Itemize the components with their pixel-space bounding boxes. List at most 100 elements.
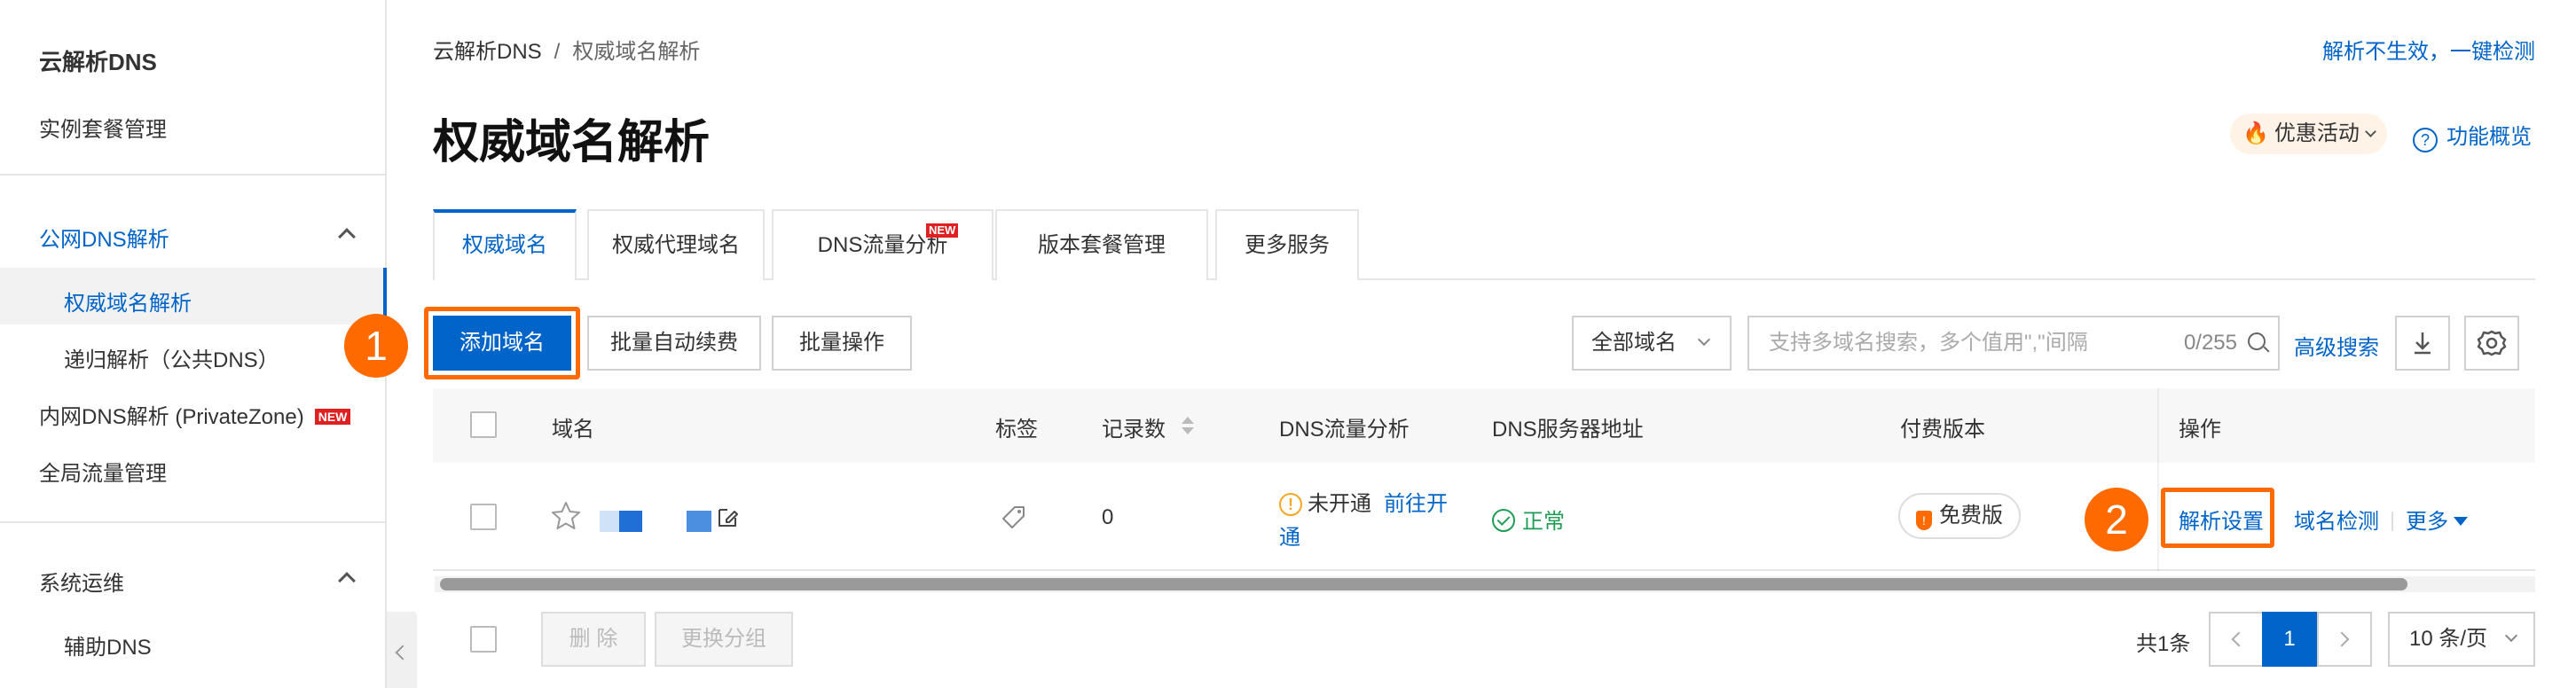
chevron-down-icon — [1697, 332, 1711, 347]
col-tags: 标签 — [995, 418, 1038, 442]
search-placeholder: 支持多域名搜索，多个值用","间隔 — [1769, 331, 2088, 355]
sidebar-item-ops[interactable]: 系统运维 — [39, 566, 124, 597]
page-size-value: 10 条/页 — [2409, 627, 2488, 651]
traffic-status: ! 未开通 前往开 — [1279, 486, 1448, 517]
col-dns-traffic: DNS流量分析 — [1279, 418, 1410, 442]
sidebar-collapse-handle[interactable] — [387, 612, 417, 688]
highlight-frame — [2161, 488, 2274, 548]
tab-edition-management[interactable]: 版本套餐管理 — [995, 209, 1208, 280]
col-dns-servers: DNS服务器地址 — [1492, 418, 1644, 442]
enable-traffic-link[interactable]: 通 — [1279, 520, 1300, 551]
sidebar-item-public-dns[interactable]: 公网DNS解析 — [39, 222, 169, 253]
new-badge: NEW — [926, 223, 959, 238]
overview-label: 功能概览 — [2446, 125, 2532, 149]
advanced-search-link[interactable]: 高级搜索 — [2294, 330, 2379, 361]
chevron-down-icon — [2504, 629, 2518, 643]
footer-select-all-checkbox[interactable] — [470, 626, 497, 653]
masked-domain-block — [687, 511, 711, 532]
domain-filter-value: 全部域名 — [1591, 331, 1677, 355]
sidebar-item-instance-plans[interactable]: 实例套餐管理 — [39, 112, 167, 143]
highlight-frame — [424, 307, 580, 379]
tab-authoritative-domains[interactable]: 权威域名 — [433, 209, 577, 280]
col-edition: 付费版本 — [1900, 418, 1985, 442]
breadcrumb-separator: / — [554, 40, 561, 64]
edit-icon[interactable] — [715, 504, 742, 530]
batch-auto-renew-button[interactable]: 批量自动续费 — [587, 316, 761, 371]
col-actions: 操作 — [2179, 418, 2221, 442]
fire-icon: 🔥 — [2242, 121, 2269, 145]
domain-check-link[interactable]: 域名检测 — [2294, 510, 2379, 534]
fixed-column-shadow — [2157, 388, 2160, 571]
delete-button[interactable]: 删 除 — [541, 612, 646, 667]
download-icon — [2415, 332, 2431, 355]
sidebar-item-global-traffic[interactable]: 全局流量管理 — [39, 456, 167, 487]
total-count: 共1条 — [2136, 632, 2191, 656]
help-icon: ? — [2413, 128, 2438, 152]
search-char-count: 0/255 — [2183, 331, 2237, 355]
batch-operations-button[interactable]: 批量操作 — [772, 316, 912, 371]
prev-page-button[interactable] — [2209, 612, 2264, 667]
row-actions: 域名检测 更多 — [2294, 504, 2468, 535]
sidebar-item-secondary-dns[interactable]: 辅助DNS — [64, 629, 152, 661]
record-count: 0 — [1102, 505, 1114, 529]
change-group-button[interactable]: 更换分组 — [655, 612, 793, 667]
masked-domain-block — [600, 511, 619, 532]
dns-check-link[interactable]: 解析不生效，一键检测 — [2322, 34, 2535, 65]
chevron-left-icon — [2231, 631, 2247, 647]
next-page-button[interactable] — [2317, 612, 2372, 667]
page-number-current[interactable]: 1 — [2262, 612, 2317, 667]
col-record-count[interactable]: 记录数 — [1102, 411, 1166, 442]
row-checkbox[interactable] — [470, 504, 497, 530]
tag-icon[interactable] — [1001, 504, 1027, 530]
sidebar-item-label: 内网DNS解析 (PrivateZone) — [39, 405, 304, 429]
chevron-up-icon[interactable] — [338, 228, 356, 246]
dns-status-label: 正常 — [1522, 510, 1565, 534]
search-icon[interactable] — [2248, 332, 2266, 350]
more-actions-dropdown[interactable]: 更多 — [2406, 510, 2448, 534]
promo-dropdown[interactable]: 🔥 优惠活动 — [2230, 113, 2387, 154]
domain-filter-select[interactable]: 全部域名 — [1572, 316, 1732, 371]
sidebar-item-recursive-dns[interactable]: 递归解析（公共DNS） — [64, 342, 279, 373]
sidebar-item-privatezone[interactable]: 内网DNS解析 (PrivateZone) NEW — [39, 399, 351, 430]
sidebar-divider — [0, 521, 387, 523]
chevron-right-icon — [2334, 631, 2350, 647]
page-title: 权威域名解析 — [433, 117, 711, 168]
masked-domain-block — [619, 511, 642, 532]
horizontal-scrollbar-thumb[interactable] — [440, 578, 2407, 590]
chevron-up-icon[interactable] — [338, 572, 356, 590]
sidebar-title: 云解析DNS — [39, 49, 157, 75]
sidebar-active-bg — [0, 268, 385, 324]
sidebar: 云解析DNS 实例套餐管理 公网DNS解析 权威域名解析 递归解析（公共DNS）… — [0, 0, 387, 688]
breadcrumb-root[interactable]: 云解析DNS — [433, 40, 542, 64]
gear-icon — [2477, 330, 2507, 356]
edition-badge[interactable]: ! 免费版 — [1898, 493, 2021, 539]
settings-button[interactable] — [2464, 316, 2519, 371]
warning-icon: ! — [1279, 493, 1302, 516]
check-circle-icon — [1492, 509, 1515, 532]
step-marker-2: 2 — [2085, 488, 2148, 551]
breadcrumb: 云解析DNS / 权威域名解析 — [433, 34, 700, 65]
domain-search-input[interactable]: 支持多域名搜索，多个值用","间隔 0/255 — [1747, 316, 2280, 371]
page-size-select[interactable]: 10 条/页 — [2388, 612, 2535, 667]
caret-down-icon[interactable] — [2454, 517, 2468, 526]
sidebar-divider — [0, 174, 387, 176]
divider — [2391, 512, 2393, 531]
chevron-down-icon — [2365, 126, 2376, 137]
traffic-status-label: 未开通 — [1308, 492, 1371, 516]
tab-more-services[interactable]: 更多服务 — [1215, 209, 1359, 280]
tab-dns-traffic[interactable]: DNS流量分析 NEW — [772, 209, 993, 280]
edition-label: 免费版 — [1939, 504, 2003, 528]
select-all-checkbox[interactable] — [470, 411, 497, 438]
shield-icon: ! — [1916, 511, 1932, 530]
new-badge: NEW — [314, 409, 351, 425]
star-icon[interactable] — [550, 500, 582, 532]
col-domain: 域名 — [552, 418, 594, 442]
enable-traffic-link[interactable]: 前往开 — [1384, 492, 1448, 516]
dns-status: 正常 — [1492, 504, 1565, 535]
tab-proxy-domains[interactable]: 权威代理域名 — [587, 209, 765, 280]
breadcrumb-current: 权威域名解析 — [572, 40, 701, 64]
feature-overview-link[interactable]: ? 功能概览 — [2413, 119, 2532, 152]
download-button[interactable] — [2395, 316, 2450, 371]
step-marker-1: 1 — [344, 314, 408, 378]
sidebar-item-authoritative-dns[interactable]: 权威域名解析 — [64, 285, 192, 317]
